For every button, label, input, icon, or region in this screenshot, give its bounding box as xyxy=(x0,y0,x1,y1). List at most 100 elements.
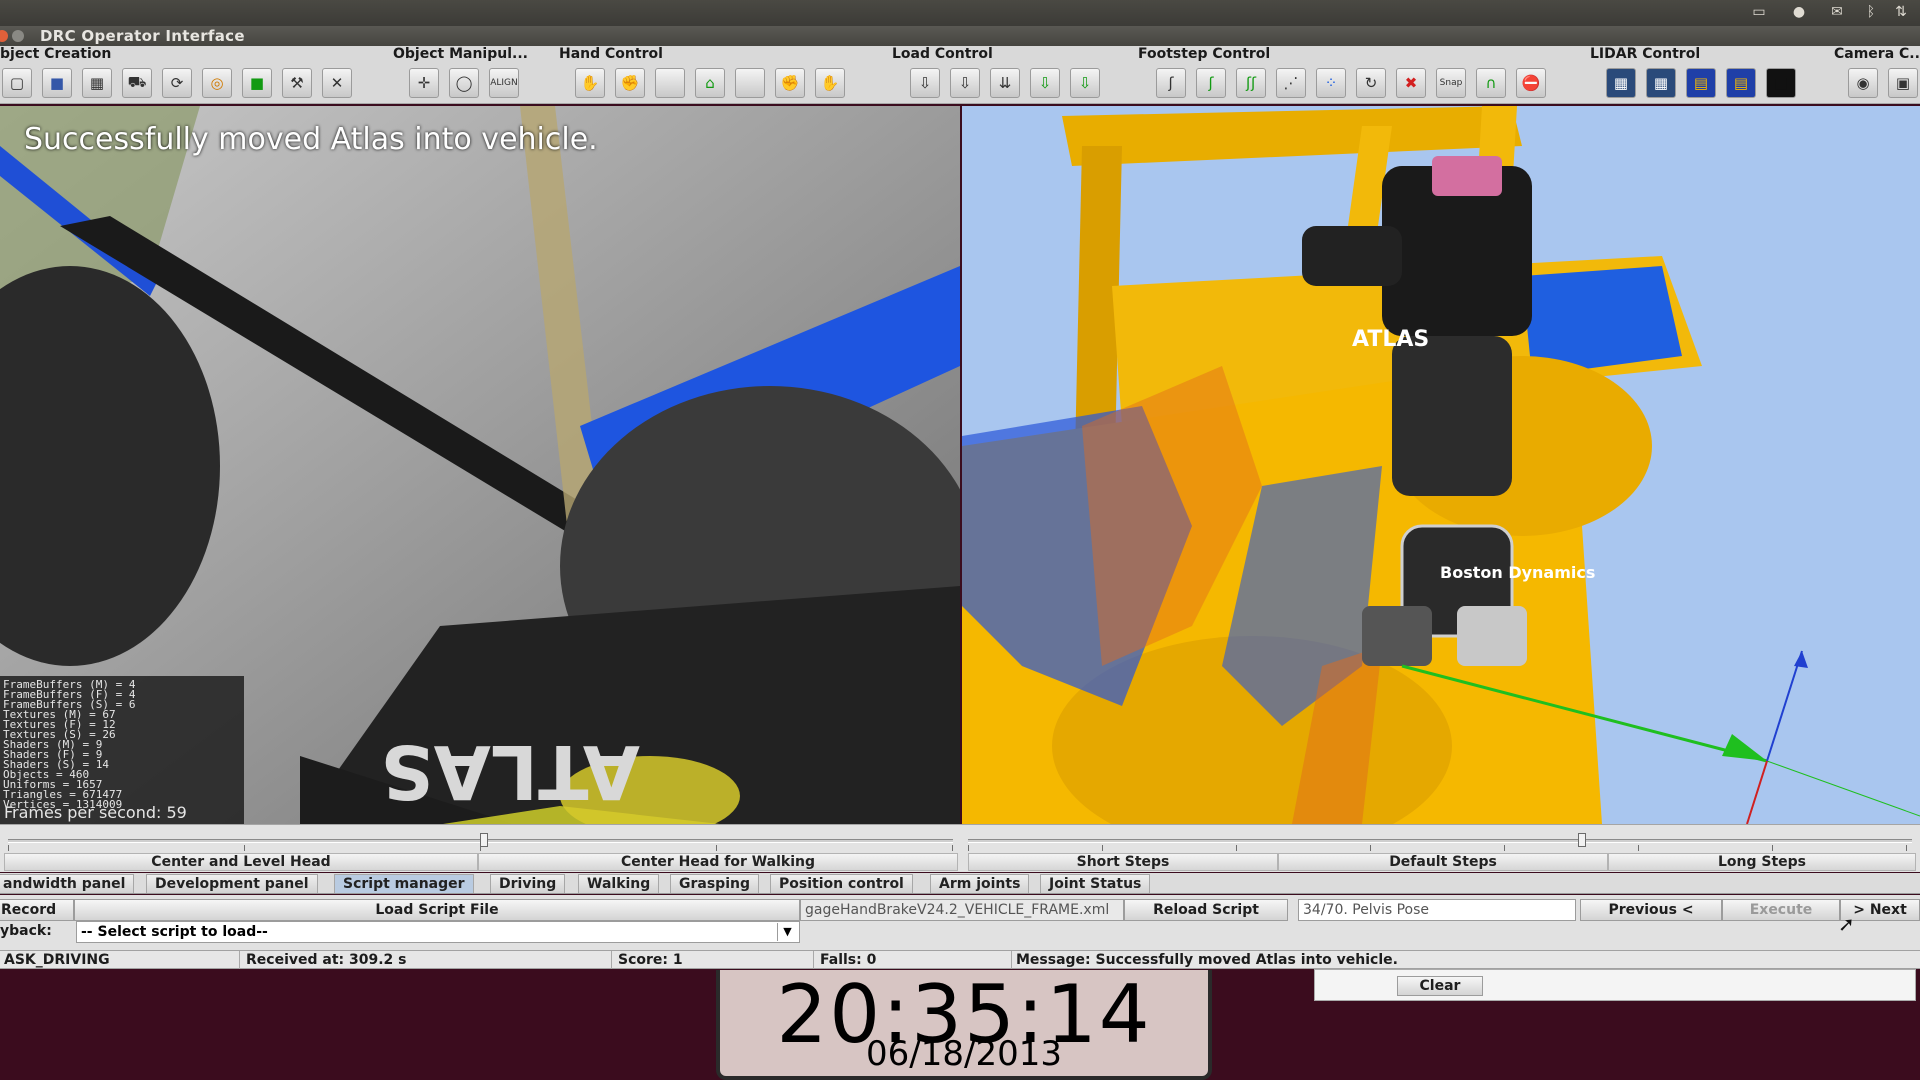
tab-grasping[interactable]: Grasping xyxy=(670,874,759,893)
head-slider[interactable] xyxy=(8,831,953,851)
cross-tool-icon[interactable]: ✕ xyxy=(322,68,352,98)
3d-scene-viewport[interactable]: Boston Dynamics ATLAS xyxy=(962,106,1920,824)
foot-turn-icon[interactable]: ↻ xyxy=(1356,68,1386,98)
lidar-enable-icon[interactable]: ▦ xyxy=(1606,68,1636,98)
center-head-walking-button[interactable]: Center Head for Walking xyxy=(478,853,958,871)
group-title: Hand Control xyxy=(559,46,663,62)
script-step-field[interactable]: 34/70. Pelvis Pose xyxy=(1298,899,1576,921)
bluetooth-icon[interactable]: ᛒ xyxy=(1860,4,1882,20)
group-title: Load Control xyxy=(892,46,993,62)
hand-close2-icon[interactable]: ✊ xyxy=(775,68,805,98)
load-script-file-button[interactable]: Load Script File xyxy=(74,899,800,921)
minimize-window-icon[interactable] xyxy=(12,30,24,42)
fps-label: Frames per second: 59 xyxy=(4,803,187,822)
keyboard-indicator-icon[interactable]: ▭ xyxy=(1748,4,1770,20)
short-steps-button[interactable]: Short Steps xyxy=(968,853,1278,871)
robot-label: Boston Dynamics xyxy=(1440,563,1595,582)
overlay-message: Successfully moved Atlas into vehicle. xyxy=(24,122,598,157)
record-button[interactable]: Record xyxy=(0,899,74,921)
lidar-clear2-icon[interactable]: ▤ xyxy=(1726,68,1756,98)
step-size-slider[interactable] xyxy=(968,831,1912,851)
clock-overlay: 20:35:14 06/18/2013 xyxy=(716,970,1212,1080)
foot-both-icon[interactable]: ʃʃ xyxy=(1236,68,1266,98)
playback-select[interactable]: -- Select script to load-- ▼ xyxy=(76,921,800,943)
load-green2-icon[interactable]: ⇩ xyxy=(1070,68,1100,98)
load-green-icon[interactable]: ⇩ xyxy=(1030,68,1060,98)
main-toolbar: bject Creation ▢ ■ ▦ ⛟ ⟳ ◎ ■ ⚒ ✕ Object … xyxy=(0,46,1920,104)
group-title: Footstep Control xyxy=(1138,46,1271,62)
head-slider-thumb[interactable] xyxy=(480,833,488,847)
long-steps-button[interactable]: Long Steps xyxy=(1608,853,1916,871)
lidar-scan-icon[interactable]: ▤ xyxy=(1686,68,1716,98)
load2-icon[interactable]: ⇩ xyxy=(950,68,980,98)
score-value: Score: 1 xyxy=(614,951,814,969)
grid-icon[interactable]: ▦ xyxy=(82,68,112,98)
step-size-slider-thumb[interactable] xyxy=(1578,833,1586,847)
align-icon[interactable]: ALIGN xyxy=(489,68,519,98)
foot-red-icon[interactable]: ⛔ xyxy=(1516,68,1546,98)
status-message: Message: Successfully moved Atlas into v… xyxy=(1016,952,1398,968)
lidar-black-icon[interactable]: ■ xyxy=(1766,68,1796,98)
foot-arc-icon[interactable]: ∩ xyxy=(1476,68,1506,98)
rotate-icon[interactable]: ◯ xyxy=(449,68,479,98)
group-title: Object Manipul... xyxy=(393,46,528,62)
load-both-icon[interactable]: ⇊ xyxy=(990,68,1020,98)
robot-chest-label: ATLAS xyxy=(1352,327,1429,352)
group-title: Camera C... xyxy=(1834,46,1920,62)
load-icon[interactable]: ⇩ xyxy=(910,68,940,98)
mail-icon[interactable]: ✉ xyxy=(1826,4,1848,20)
default-steps-button[interactable]: Default Steps xyxy=(1278,853,1608,871)
tab-arm-joints[interactable]: Arm joints xyxy=(930,874,1030,893)
hand-blank-icon[interactable] xyxy=(655,68,685,98)
tab-walking[interactable]: Walking xyxy=(578,874,660,893)
green-box-icon[interactable]: ■ xyxy=(242,68,272,98)
tab-position-control[interactable]: Position control xyxy=(770,874,913,893)
previous-step-button[interactable]: Previous < xyxy=(1580,899,1722,921)
falls-value: Falls: 0 xyxy=(816,951,1012,969)
hand-place2-icon[interactable]: ✋ xyxy=(815,68,845,98)
script-file-field[interactable]: gageHandBrakeV24.2_VEHICLE_FRAME.xml xyxy=(800,899,1124,921)
move-icon[interactable]: ✛ xyxy=(409,68,439,98)
scene-render: Boston Dynamics ATLAS xyxy=(962,106,1920,824)
mouse-cursor-icon: ➚ xyxy=(1838,912,1855,936)
record-indicator-icon[interactable]: ● xyxy=(1788,4,1810,20)
camera-viewport[interactable]: ATLAS Successfully moved Atlas into vehi… xyxy=(0,106,960,824)
tool-icon[interactable]: ⚒ xyxy=(282,68,312,98)
group-title: bject Creation xyxy=(0,46,112,62)
hand-blank2-icon[interactable] xyxy=(735,68,765,98)
control-slider-strip: Center and Level Head Center Head for Wa… xyxy=(0,824,1920,872)
window-title: DRC Operator Interface xyxy=(40,27,245,45)
hand-home-icon[interactable]: ⌂ xyxy=(695,68,725,98)
network-icon[interactable]: ⇅ xyxy=(1890,4,1912,20)
center-level-head-button[interactable]: Center and Level Head xyxy=(4,853,478,871)
foot-left-icon[interactable]: ʃ xyxy=(1156,68,1186,98)
window-titlebar: DRC Operator Interface xyxy=(0,26,1920,46)
cube-icon[interactable]: ■ xyxy=(42,68,72,98)
foot-green-icon[interactable]: ʃ xyxy=(1196,68,1226,98)
foot-path-icon[interactable]: ⋰ xyxy=(1276,68,1306,98)
box-icon[interactable]: ▢ xyxy=(2,68,32,98)
tab-driving[interactable]: Driving xyxy=(490,874,566,893)
tab-joint-status[interactable]: Joint Status xyxy=(1040,874,1151,893)
execute-step-button[interactable]: Execute xyxy=(1722,899,1840,921)
tab-script-manager[interactable]: Script manager xyxy=(334,874,474,893)
eye-icon[interactable]: ◉ xyxy=(1848,68,1878,98)
lidar-clear-icon[interactable]: ▦ xyxy=(1646,68,1676,98)
foot-grid-icon[interactable]: ⁘ xyxy=(1316,68,1346,98)
car-icon[interactable]: ⛟ xyxy=(122,68,152,98)
ring-icon[interactable]: ◎ xyxy=(202,68,232,98)
reload-script-button[interactable]: Reload Script xyxy=(1124,899,1288,921)
foot-cancel-icon[interactable]: ✖ xyxy=(1396,68,1426,98)
tab-bandwidth-panel[interactable]: andwidth panel xyxy=(0,874,135,893)
task-name: ASK_DRIVING xyxy=(0,951,240,969)
snap-icon[interactable]: Snap xyxy=(1436,68,1466,98)
update-icon[interactable]: ⟳ xyxy=(162,68,192,98)
camera-icon[interactable]: ▣ xyxy=(1888,68,1918,98)
hand-place-icon[interactable]: ✋ xyxy=(575,68,605,98)
hand-close-icon[interactable]: ✊ xyxy=(615,68,645,98)
message-log[interactable]: Clear xyxy=(1314,969,1916,1001)
tab-development-panel[interactable]: Development panel xyxy=(146,874,318,893)
chevron-down-icon[interactable]: ▼ xyxy=(777,923,797,941)
clear-button[interactable]: Clear xyxy=(1397,976,1483,996)
close-window-icon[interactable] xyxy=(0,30,8,42)
